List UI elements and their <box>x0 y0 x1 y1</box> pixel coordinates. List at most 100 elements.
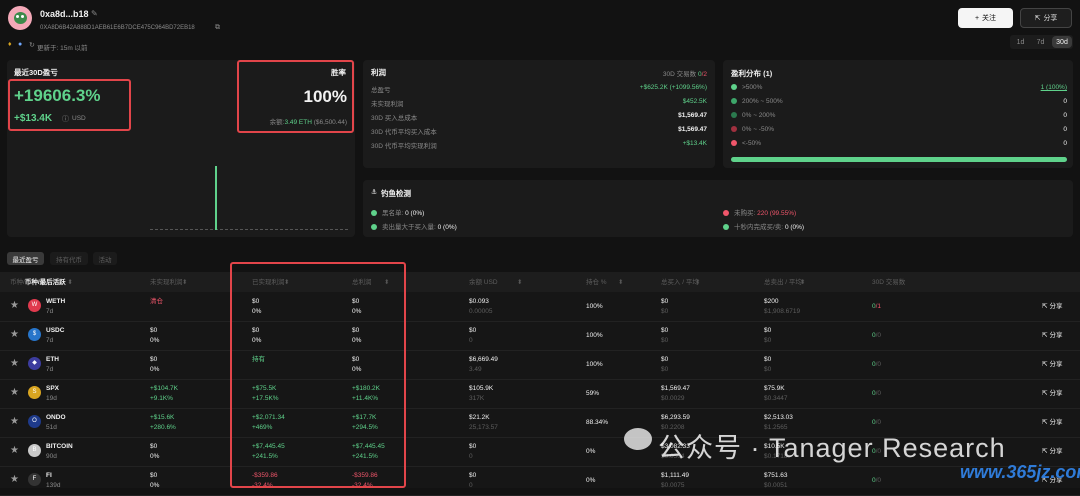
token-age: 7d <box>46 337 54 344</box>
tab-activity[interactable]: 活动 <box>93 252 117 265</box>
token-icon: $ <box>28 328 41 341</box>
phishing-dot <box>371 224 377 230</box>
balance-amount: 0 <box>469 453 473 460</box>
share-icon: ⇱ <box>1034 15 1041 22</box>
table-row[interactable]: ★ S SPX 19d +$104.7K +9.1K% +$75.5K +17.5K% +$18… <box>0 380 1080 409</box>
balance-usd: $21.2K <box>469 414 490 421</box>
token-symbol[interactable]: SPX <box>46 384 59 394</box>
table-header-cell[interactable]: 30D 交易数 <box>872 278 905 288</box>
star-icon[interactable]: ★ <box>10 359 19 369</box>
period-1d[interactable]: 1d <box>1011 36 1030 48</box>
table-header-cell[interactable]: 持仓 % <box>586 278 607 288</box>
share-icon: ⇱ <box>1042 390 1048 397</box>
unrealized-profit: +$15.6K <box>150 414 175 421</box>
table-row[interactable]: ★ ◆ ETH 7d $0 0% 持有 $0 0% $6,669.49 3.49 100% $0 $0 $0… <box>0 351 1080 380</box>
share-button[interactable]: ⇱ 分享 <box>1020 8 1072 28</box>
star-icon[interactable]: ★ <box>10 446 19 456</box>
token-age: 139d <box>46 482 61 489</box>
distribution-label: 200% ~ 500% <box>731 98 783 105</box>
phishing-item: 未购买: 220 (99.55%) <box>723 207 796 217</box>
distribution-value: 1 (100%) <box>1040 84 1067 91</box>
unrealized-pct: 0% <box>150 482 160 489</box>
header-token[interactable]: 币种/币种/最后活跃 ⬍ <box>10 278 73 288</box>
token-symbol[interactable]: FI <box>46 471 52 481</box>
row-share-button[interactable]: ⇱ 分享 <box>1042 447 1062 457</box>
share-label: 分享 <box>1049 448 1063 455</box>
distribution-dot <box>731 84 737 90</box>
phishing-dot <box>371 210 377 216</box>
user-icon: ● <box>18 41 23 48</box>
phishing-label: 黑名单: <box>382 210 404 217</box>
token-symbol[interactable]: ONDO <box>46 413 66 423</box>
unrealized-profit: $0 <box>150 443 158 450</box>
copy-icon[interactable]: ⧉ <box>215 24 220 32</box>
row-share-button[interactable]: ⇱ 分享 <box>1042 418 1062 428</box>
token-icon: ◆ <box>28 357 41 370</box>
plus-icon: + <box>974 14 980 22</box>
total-sell: $751.63 <box>764 472 788 479</box>
balance-amount: 0 <box>469 337 473 344</box>
token-symbol[interactable]: ETH <box>46 355 59 365</box>
share-icon: ⇱ <box>1042 419 1048 426</box>
tx-sells: /0 <box>875 332 882 339</box>
table-header-cell[interactable]: 未实现利润 <box>150 278 183 288</box>
tx-sells: /0 <box>875 477 882 484</box>
balance-amount: 0.00005 <box>469 308 493 315</box>
refresh-icon[interactable]: ↻ <box>29 41 35 49</box>
balance-amount: 317K <box>469 395 485 402</box>
star-icon[interactable]: ★ <box>10 388 19 398</box>
star-icon[interactable]: ★ <box>10 475 19 485</box>
star-icon[interactable]: ★ <box>10 417 19 427</box>
period-7d[interactable]: 7d <box>1031 36 1050 48</box>
position-pct: 59% <box>586 390 600 397</box>
sort-icon[interactable]: ⬍ <box>517 278 522 288</box>
row-share-button[interactable]: ⇱ 分享 <box>1042 360 1062 370</box>
row-share-button[interactable]: ⇱ 分享 <box>1042 389 1062 399</box>
unrealized-profit: +$104.7K <box>150 385 179 392</box>
total-buy: $1,569.47 <box>661 385 690 392</box>
token-symbol[interactable]: USDC <box>46 326 64 336</box>
table-header-cell[interactable]: 总卖出 / 平均 <box>764 278 802 288</box>
tx-count: 30D 交易数 0/2 <box>662 71 707 78</box>
token-age: 7d <box>46 366 54 373</box>
total-buy: $6,293.59 <box>661 414 690 421</box>
sort-icon[interactable]: ⬍ <box>695 278 700 288</box>
highlight-winrate <box>237 60 354 133</box>
table-header-cell[interactable]: 总买入 / 平均 <box>661 278 699 288</box>
phishing-item: 黑名单: 0 (0%) <box>371 207 424 217</box>
sort-icon[interactable]: ⬍ <box>182 278 187 288</box>
balance-amount: 0 <box>469 482 473 489</box>
sort-icon[interactable]: ⬍ <box>800 278 805 288</box>
profit-title: 利润 <box>371 68 386 77</box>
balance-usd: $105.9K <box>469 385 494 392</box>
row-share-button[interactable]: ⇱ 分享 <box>1042 302 1062 312</box>
sort-icon[interactable]: ⬍ <box>618 278 623 288</box>
tab-holdings[interactable]: 持有代币 <box>50 252 88 265</box>
total-buy: $0 <box>661 327 669 334</box>
phishing-title: 钓鱼检测 <box>381 189 411 198</box>
total-sell: $0 <box>764 327 772 334</box>
unrealized-pct: 0% <box>150 337 160 344</box>
phishing-value: 0 (0%) <box>405 210 425 217</box>
table-row[interactable]: ★ W WETH 7d 清仓 $0 0% $0 0% $0.093 0.00005 100% $0 $0 $… <box>0 293 1080 322</box>
follow-button[interactable]: + 关注 <box>958 8 1013 28</box>
profit-label: 30D 代币平均买入成本 <box>371 129 437 136</box>
row-share-button[interactable]: ⇱ 分享 <box>1042 331 1062 341</box>
updated-time: 更新于: 15m 以前 <box>37 45 88 52</box>
table-row[interactable]: ★ $ USDC 7d $0 0% $0 0% $0 0% $0 0 100% $0 $0 $0 $0 0/0 ⇱ 分… <box>0 322 1080 351</box>
token-symbol[interactable]: WETH <box>46 297 65 307</box>
distribution-label: 0% ~ 200% <box>731 112 775 119</box>
edit-icon[interactable]: ✎ <box>91 9 98 18</box>
avatar[interactable] <box>8 6 32 30</box>
balance-usd: $0 <box>469 327 477 334</box>
unrealized-profit: 清仓 <box>150 298 163 305</box>
tab-recent-pnl[interactable]: 最近盈亏 <box>7 252 44 265</box>
total-sell: $200 <box>764 298 779 305</box>
unrealized-pct: +280.6% <box>150 424 176 431</box>
period-30d[interactable]: 30d <box>1052 36 1072 48</box>
table-row[interactable]: ★ F FI 139d $0 0% -$359.86 -32.4% -$359.86 -32.4%… <box>0 467 1080 496</box>
table-header-cell[interactable]: 余额 USD <box>469 278 498 288</box>
star-icon[interactable]: ★ <box>10 330 19 340</box>
star-icon[interactable]: ★ <box>10 301 19 311</box>
token-symbol[interactable]: BITCOIN <box>46 442 73 452</box>
